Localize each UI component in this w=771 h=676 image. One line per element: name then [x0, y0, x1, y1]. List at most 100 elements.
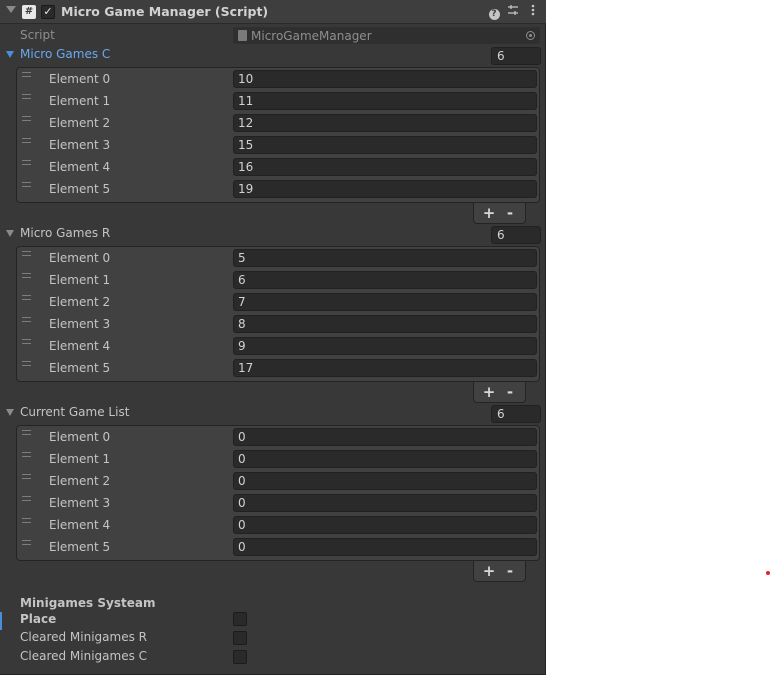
list-element-row: Element 1 11: [17, 90, 539, 112]
element-label: Element 0: [49, 72, 111, 86]
current-game-list-header[interactable]: Current Game List 6: [0, 403, 546, 423]
micro-games-r-title: Micro Games R: [20, 226, 111, 240]
element-label: Element 5: [49, 182, 111, 196]
drag-handle-icon[interactable]: [22, 361, 31, 366]
element-value-field[interactable]: 0: [233, 516, 537, 534]
minigames-system-place-label: Minigames Systeam Place: [20, 596, 156, 626]
element-value-field[interactable]: 9: [233, 337, 537, 355]
list-element-row: Element 0 10: [17, 68, 539, 90]
red-dot-marker: [766, 571, 770, 575]
micro-games-c-header[interactable]: Micro Games C 6: [0, 45, 546, 65]
drag-handle-icon[interactable]: [22, 474, 31, 479]
drag-handle-icon[interactable]: [22, 540, 31, 545]
drag-handle-icon[interactable]: [22, 116, 31, 121]
drag-handle-icon[interactable]: [22, 496, 31, 501]
element-label: Element 3: [49, 496, 111, 510]
micro-games-c-elements: Element 0 10 Element 1 11 Element 2 12 Element…: [16, 67, 540, 203]
micro-games-r-footer: + -: [473, 382, 526, 403]
drag-handle-icon[interactable]: [22, 138, 31, 143]
list-element-row: Element 5 19: [17, 178, 539, 200]
drag-handle-icon[interactable]: [22, 94, 31, 99]
object-picker-icon[interactable]: [526, 31, 535, 40]
micro-games-c-size-field[interactable]: 6: [491, 47, 541, 65]
element-value-field[interactable]: 8: [233, 315, 537, 333]
script-reference-field[interactable]: MicroGameManager: [233, 27, 540, 44]
element-label: Element 2: [49, 295, 111, 309]
list-element-row: Element 3 15: [17, 134, 539, 156]
add-element-button[interactable]: +: [479, 561, 499, 581]
drag-handle-icon[interactable]: [22, 273, 31, 278]
element-value-field[interactable]: 12: [233, 114, 537, 132]
element-value-field[interactable]: 17: [233, 359, 537, 377]
list-element-row: Element 3 0: [17, 492, 539, 514]
element-value-field[interactable]: 10: [233, 70, 537, 88]
drag-handle-icon[interactable]: [22, 251, 31, 256]
script-label: Script: [20, 28, 55, 42]
remove-element-button[interactable]: -: [500, 382, 520, 402]
element-label: Element 0: [49, 430, 111, 444]
current-game-list-size-field[interactable]: 6: [491, 405, 541, 423]
foldout-arrow-icon[interactable]: [6, 51, 14, 58]
drag-handle-icon[interactable]: [22, 317, 31, 322]
element-label: Element 1: [49, 273, 111, 287]
element-label: Element 2: [49, 116, 111, 130]
minigames-system-place-checkbox[interactable]: [233, 612, 247, 626]
drag-handle-icon[interactable]: [22, 518, 31, 523]
list-element-row: Element 2 12: [17, 112, 539, 134]
element-label: Element 0: [49, 251, 111, 265]
cleared-minigames-r-checkbox[interactable]: [233, 631, 247, 645]
drag-handle-icon[interactable]: [22, 452, 31, 457]
element-value-field[interactable]: 0: [233, 472, 537, 490]
element-value-field[interactable]: 0: [233, 428, 537, 446]
cleared-minigames-r-label: Cleared Minigames R: [20, 630, 148, 644]
element-value-field[interactable]: 19: [233, 180, 537, 198]
drag-handle-icon[interactable]: [22, 430, 31, 435]
drag-handle-icon[interactable]: [22, 72, 31, 77]
help-icon[interactable]: ?: [486, 4, 502, 20]
element-value-field[interactable]: 0: [233, 538, 537, 556]
element-value-field[interactable]: 16: [233, 158, 537, 176]
element-label: Element 1: [49, 94, 111, 108]
list-element-row: Element 0 5: [17, 247, 539, 269]
script-file-icon: [238, 30, 247, 41]
component-enabled-checkbox[interactable]: ✓: [41, 5, 55, 19]
drag-handle-icon[interactable]: [22, 182, 31, 187]
element-label: Element 3: [49, 317, 111, 331]
element-value-field[interactable]: 0: [233, 450, 537, 468]
element-label: Element 3: [49, 138, 111, 152]
list-element-row: Element 0 0: [17, 426, 539, 448]
micro-games-r-header[interactable]: Micro Games R 6: [0, 224, 546, 244]
add-element-button[interactable]: +: [479, 203, 499, 223]
element-label: Element 5: [49, 540, 111, 554]
micro-games-r-elements: Element 0 5 Element 1 6 Element 2 7 Element 3 8…: [16, 246, 540, 382]
script-reference-value: MicroGameManager: [251, 29, 372, 43]
foldout-arrow-icon[interactable]: [6, 230, 14, 237]
drag-handle-icon[interactable]: [22, 160, 31, 165]
element-value-field[interactable]: 7: [233, 293, 537, 311]
cleared-minigames-c-checkbox[interactable]: [233, 650, 247, 664]
collapse-arrow-icon[interactable]: [6, 6, 16, 13]
element-value-field[interactable]: 11: [233, 92, 537, 110]
drag-handle-icon[interactable]: [22, 339, 31, 344]
component-title: Micro Game Manager (Script): [61, 4, 269, 19]
drag-handle-icon[interactable]: [22, 295, 31, 300]
element-value-field[interactable]: 5: [233, 249, 537, 267]
element-label: Element 1: [49, 452, 111, 466]
add-element-button[interactable]: +: [479, 382, 499, 402]
component-header[interactable]: # ✓ Micro Game Manager (Script) ?: [0, 0, 546, 24]
element-value-field[interactable]: 6: [233, 271, 537, 289]
more-options-icon[interactable]: [525, 4, 541, 20]
remove-element-button[interactable]: -: [500, 203, 520, 223]
cleared-minigames-c-label: Cleared Minigames C: [20, 649, 148, 663]
element-value-field[interactable]: 15: [233, 136, 537, 154]
element-value-field[interactable]: 0: [233, 494, 537, 512]
presets-icon[interactable]: [505, 4, 521, 20]
micro-games-r-size-field[interactable]: 6: [491, 226, 541, 244]
element-label: Element 5: [49, 361, 111, 375]
remove-element-button[interactable]: -: [500, 561, 520, 581]
selection-indicator: [0, 612, 2, 630]
foldout-arrow-icon[interactable]: [6, 409, 14, 416]
current-game-list-title: Current Game List: [20, 405, 130, 419]
list-element-row: Element 2 7: [17, 291, 539, 313]
current-game-list-elements: Element 0 0 Element 1 0 Element 2 0 Element 3 0…: [16, 425, 540, 561]
